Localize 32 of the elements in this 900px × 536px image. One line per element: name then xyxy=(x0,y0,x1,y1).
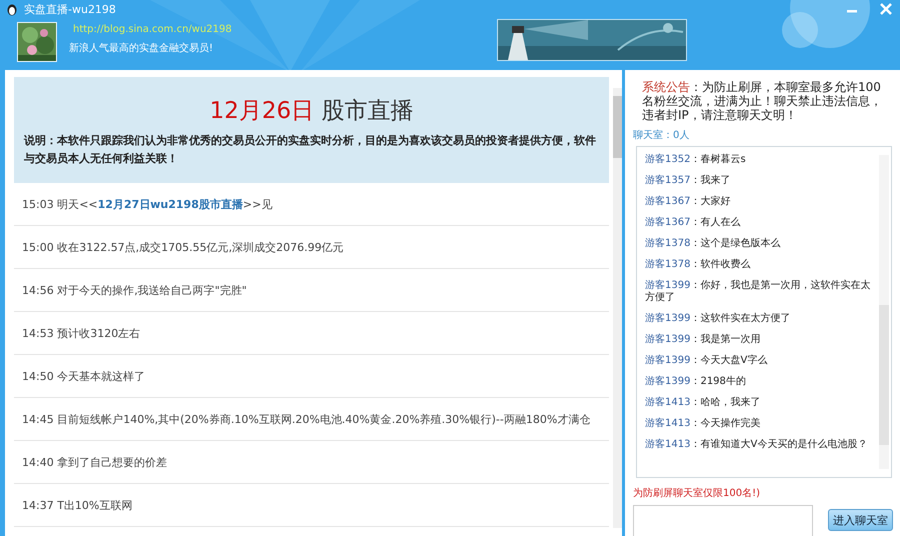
enter-chat-button[interactable]: 进入聊天室 xyxy=(828,509,893,531)
chat-message: 游客1357：我来了 xyxy=(645,174,732,188)
chat-message: 游客1413：有谁知道大V今天买的是什么电池股？ xyxy=(645,438,868,452)
chat-message: 游客1413：哈哈，我来了 xyxy=(645,396,762,410)
chat-message: 游客1399：我是第一次用 xyxy=(645,332,762,346)
chat-message: 游客1399：2198牛的 xyxy=(645,374,747,388)
chat-message: 游客1399：这软件实在太方便了 xyxy=(645,312,792,326)
post-text: 15:03 明天<<12月27日wu2198股市直播>>见 xyxy=(22,196,272,212)
post-text: 14:53 预计收3120左右 xyxy=(22,326,140,340)
post-text: 14:40 拿到了自己想要的价差 xyxy=(22,454,168,470)
chat-message: 游客1399：你好，我也是第一次用，这软件实在太方便了 xyxy=(645,278,872,304)
disclaimer-text: 说明：本软件只跟踪我们认为非常优秀的交易员公开的实盘实时分析，目的是为喜欢该交易员的投资者提供方便，软件与交易员本人无任何利益关联！ xyxy=(24,133,597,167)
chat-message: 游客1378：这个是绿色版本么 xyxy=(645,236,782,250)
chat-message: 游客1399：今天大盘V字么 xyxy=(645,354,768,368)
message-input[interactable] xyxy=(633,505,813,536)
room-count: 聊天室：0人 xyxy=(633,128,690,142)
chat-message: 游客1367：有人在么 xyxy=(645,216,742,230)
scrollbar[interactable] xyxy=(879,155,889,469)
chat-message: 游客1413：今天操作完美 xyxy=(645,416,762,430)
post-link[interactable]: 12月27日wu2198股市直播 xyxy=(98,198,243,210)
post-text: 14:45 目前短线帐户140%,其中(20%券商.10%互联网.20%电池.40%黄金.20%养殖.30%银行)--两融180%才满仓 xyxy=(22,412,590,426)
announcement-text: 系统公告：为防止刷屏，本聊室最多允许100名粉丝交流，进满为止！聊天禁止违法信息，违者封IP，请注意聊天文明！ xyxy=(641,80,882,122)
chat-message: 游客1367：大家好 xyxy=(645,194,732,208)
scrollbar[interactable] xyxy=(613,88,622,528)
limit-note: 为防刷屏聊天室仅限100名!) xyxy=(633,486,761,500)
chat-message: 游客1352：春树暮云s xyxy=(645,152,747,166)
post-text: 14:50 今天基本就这样了 xyxy=(22,368,146,384)
post-text: 15:00 收在3122.57点,成交1705.55亿元,深圳成交2076.99亿元 xyxy=(22,240,344,254)
broadcast-title: 12月26日 股市直播 xyxy=(208,97,414,126)
post-text: 14:56 对于今天的操作,我送给自己两字"完胜" xyxy=(22,282,247,298)
chat-message: 游客1378：软件收费么 xyxy=(645,258,752,272)
post-text: 14:37 T出10%互联网 xyxy=(22,498,132,512)
